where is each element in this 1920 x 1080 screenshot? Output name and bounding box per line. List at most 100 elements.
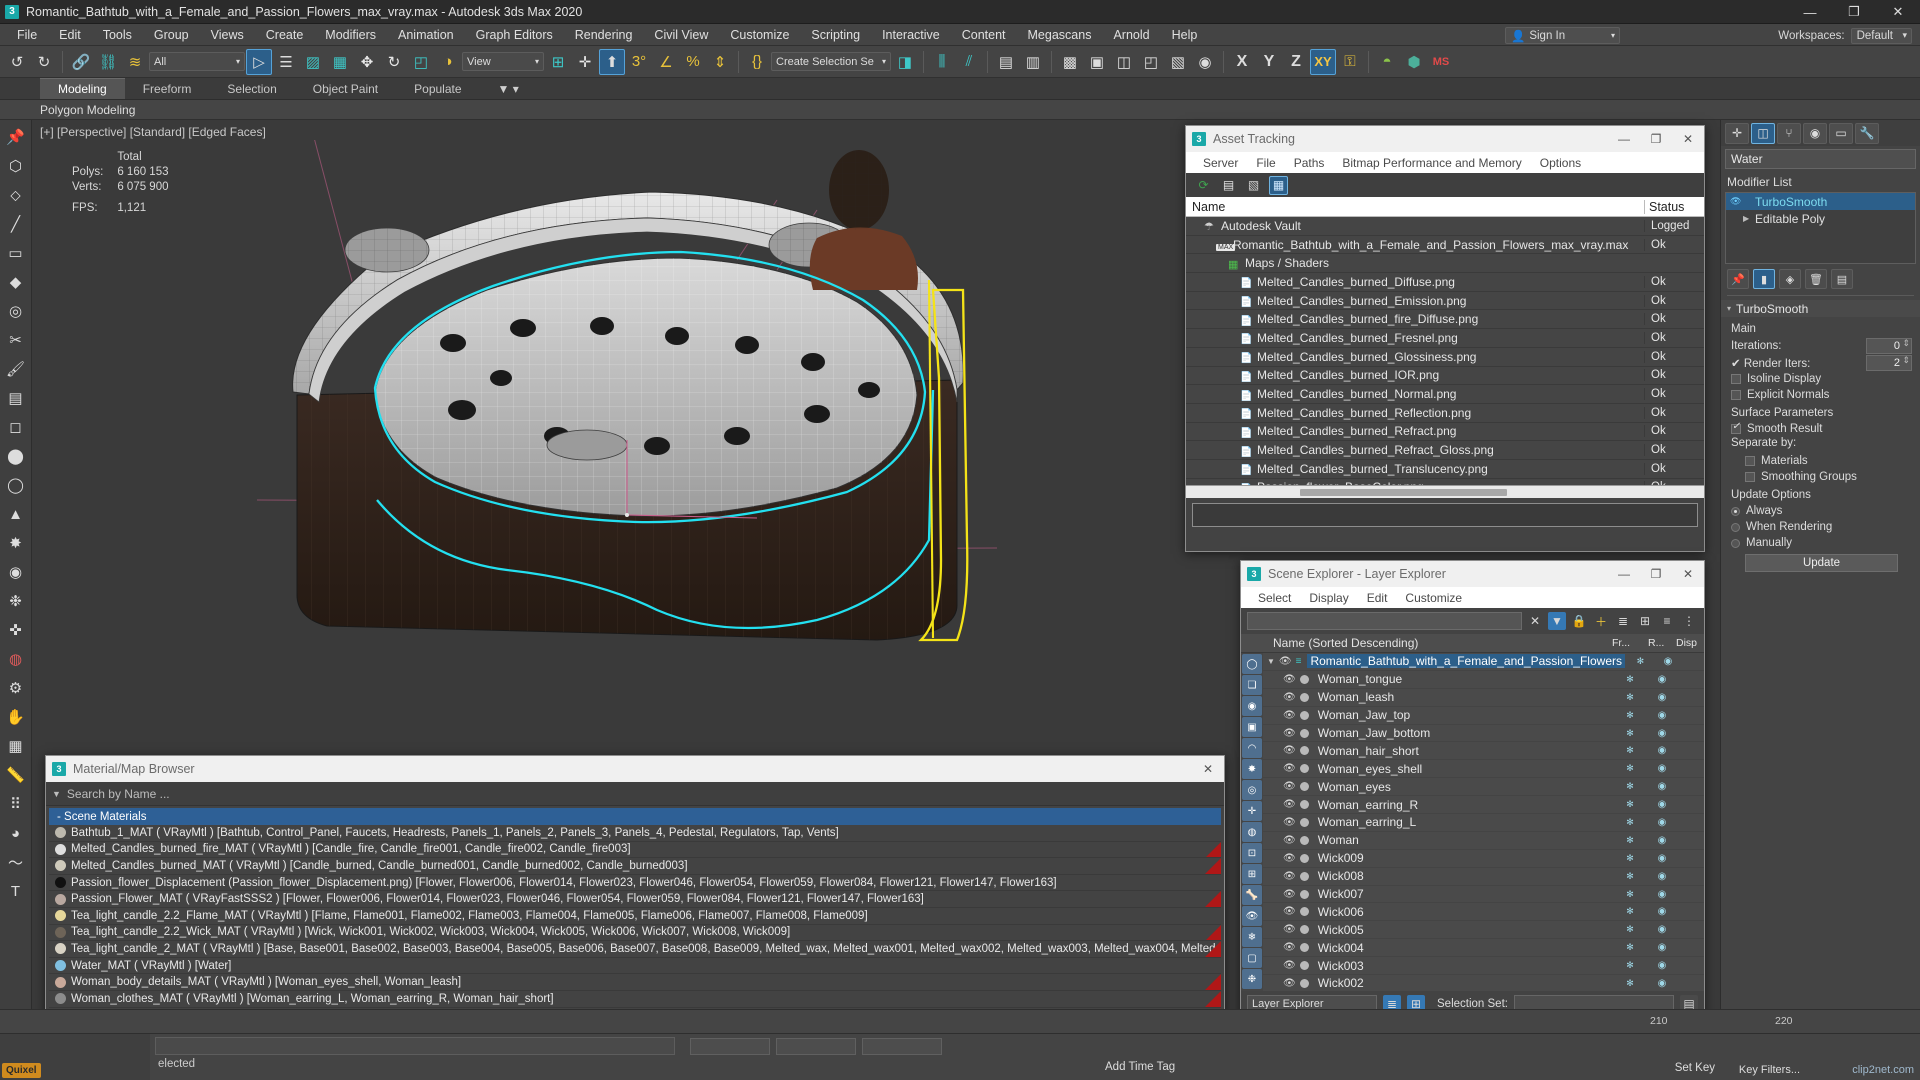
menu-megascans[interactable]: Megascans xyxy=(1017,25,1103,45)
material-list-item[interactable]: Passion_flower_Displacement (Passion_flo… xyxy=(49,875,1221,892)
render-icon[interactable]: ◉ xyxy=(1648,781,1676,792)
tab-modeling[interactable]: Modeling xyxy=(40,78,125,99)
radio-manually[interactable]: Manually xyxy=(1731,535,1912,551)
remove-modifier-icon[interactable]: 🗑 xyxy=(1805,269,1827,289)
details-icon[interactable]: ▧ xyxy=(1244,176,1263,195)
list-icon[interactable]: ▤ xyxy=(1219,176,1238,195)
spline-icon[interactable]: ～ xyxy=(3,849,29,875)
visibility-eye-icon[interactable]: 👁 xyxy=(1283,692,1296,703)
object-color-swatch[interactable] xyxy=(1299,907,1309,917)
tab-object-paint[interactable]: Object Paint xyxy=(295,79,396,99)
sign-in-button[interactable]: 👤 Sign In ▾ xyxy=(1505,27,1620,44)
mirror-icon[interactable]: ◨ xyxy=(892,49,918,75)
table-row[interactable]: 📄 Melted_Candles_burned_Translucency.png O… xyxy=(1186,460,1704,479)
column-header-status[interactable]: Status xyxy=(1644,199,1704,214)
list-item[interactable]: 👁 Woman_Jaw_top ✻ ◉ xyxy=(1263,707,1704,725)
scene-explorer-list[interactable]: ▼ 👁 ≡ Romantic_Bathtub_with_a_Female_and_Pa… xyxy=(1263,653,1704,991)
visibility-eye-icon[interactable]: 👁 xyxy=(1283,942,1296,953)
object-color-swatch[interactable] xyxy=(1299,817,1309,827)
checkbox-materials[interactable]: Materials xyxy=(1731,453,1912,469)
freeze-icon[interactable]: ✻ xyxy=(1612,817,1648,828)
table-row[interactable]: 📄 Melted_Candles_burned_Glossiness.png Ok xyxy=(1186,348,1704,367)
selection-filter-dropdown[interactable]: All ▾ xyxy=(149,52,245,71)
xy-plane-constraint-icon[interactable]: XY xyxy=(1310,48,1336,75)
angle-snap-icon[interactable]: 3° xyxy=(626,49,652,75)
particles-icon[interactable]: ❉ xyxy=(3,588,29,614)
search-input[interactable]: Search by Name ... xyxy=(67,787,170,801)
quixel-badge[interactable]: Quixel xyxy=(2,1063,41,1078)
visibility-eye-icon[interactable]: 👁 xyxy=(1283,889,1296,900)
grid-icon[interactable]: ▦ xyxy=(3,733,29,759)
tab-populate[interactable]: Populate xyxy=(396,79,479,99)
swift-loop-icon[interactable]: ◎ xyxy=(3,298,29,324)
add-time-tag-label[interactable]: Add Time Tag xyxy=(1105,1061,1175,1073)
track-bar[interactable]: 210 220 xyxy=(0,1009,1920,1033)
close-button[interactable]: ✕ xyxy=(1192,756,1224,782)
generate-topology-icon[interactable]: ▤ xyxy=(3,385,29,411)
modifier-stack-item[interactable]: 👁 TurboSmooth xyxy=(1726,193,1915,210)
display-tab[interactable]: ▭ xyxy=(1829,122,1853,144)
snap-options-icon[interactable]: ⇕ xyxy=(707,49,733,75)
scene-explorer-window[interactable]: 3 Scene Explorer - Layer Explorer — ❐ ✕ … xyxy=(1240,560,1705,1035)
snap-toggle-icon[interactable]: ⬆ xyxy=(599,48,625,75)
z-axis-constraint-icon[interactable]: Z xyxy=(1283,49,1309,75)
menu-content[interactable]: Content xyxy=(951,25,1017,45)
status-prompt-field[interactable] xyxy=(155,1037,675,1055)
add-layer-icon[interactable]: ＋ xyxy=(1592,612,1610,630)
freeze-icon[interactable]: ✻ xyxy=(1612,728,1648,739)
curve-editor-icon[interactable]: ▩ xyxy=(1057,49,1083,75)
align-icon[interactable]: ⫼ xyxy=(929,49,955,75)
object-color-swatch[interactable] xyxy=(1299,925,1309,935)
freeze-icon[interactable]: ✻ xyxy=(1612,799,1648,810)
list-item[interactable]: 👁 Woman_tongue ✻ ◉ xyxy=(1263,671,1704,689)
checkbox-isoline-display[interactable]: Isoline Display xyxy=(1731,371,1912,387)
array-icon[interactable]: ⠿ xyxy=(3,791,29,817)
groups-filter-icon[interactable]: ⊡ xyxy=(1242,843,1262,863)
table-row[interactable]: 📄 Melted_Candles_burned_Fresnel.png Ok xyxy=(1186,329,1704,348)
scene-materials-category-header[interactable]: - Scene Materials xyxy=(49,808,1221,825)
menu-animation[interactable]: Animation xyxy=(387,25,465,45)
move-icon[interactable]: ✥ xyxy=(354,49,380,75)
object-color-swatch[interactable] xyxy=(1299,835,1309,845)
asset-name-cell[interactable]: 📄 Melted_Candles_burned_Refract_Gloss.png xyxy=(1186,443,1644,457)
se-menu-select[interactable]: Select xyxy=(1249,589,1300,607)
render-icon[interactable]: ◉ xyxy=(1648,978,1676,989)
list-item[interactable]: 👁 Woman_leash ✻ ◉ xyxy=(1263,689,1704,707)
reference-coordinate-dropdown[interactable]: View ▾ xyxy=(462,52,544,71)
polygon-icon[interactable]: ⬡ xyxy=(3,153,29,179)
close-button[interactable]: ✕ xyxy=(1672,126,1704,152)
freeze-icon[interactable]: ✻ xyxy=(1612,906,1648,917)
frozen-filter-icon[interactable]: ❄ xyxy=(1242,927,1262,947)
render-icon[interactable]: ◉ xyxy=(1648,728,1676,739)
pin-stack-icon[interactable]: 📌 xyxy=(3,124,29,150)
modify-tab[interactable]: ◫ xyxy=(1751,122,1775,144)
freeze-icon[interactable]: ✻ xyxy=(1612,960,1648,971)
visibility-eye-icon[interactable]: 👁 xyxy=(1283,835,1296,846)
list-item[interactable]: 👁 Woman_eyes_shell ✻ ◉ xyxy=(1263,760,1704,779)
y-coordinate-field[interactable] xyxy=(776,1038,856,1055)
se-menu-edit[interactable]: Edit xyxy=(1358,589,1397,607)
shape-cone-icon[interactable]: ▲ xyxy=(3,501,29,527)
visibility-eye-icon[interactable]: 👁 xyxy=(1283,871,1296,882)
use-pivot-center-icon[interactable]: ⊞ xyxy=(545,49,571,75)
visibility-eye-icon[interactable]: 👁 xyxy=(1283,799,1296,810)
visibility-eye-icon[interactable]: 👁 xyxy=(1283,745,1296,756)
hand-icon[interactable]: ✋ xyxy=(3,704,29,730)
render-icon[interactable]: ◉ xyxy=(1648,924,1676,935)
asset-tracking-list[interactable]: ☂ Autodesk Vault Logged MAX Romantic_Bathtub… xyxy=(1186,217,1704,485)
se-menu-customize[interactable]: Customize xyxy=(1396,589,1471,607)
menu-civil-view[interactable]: Civil View xyxy=(643,25,719,45)
unlink-icon[interactable]: ⛓ xyxy=(95,49,121,75)
placement-icon[interactable]: ◑ xyxy=(435,49,461,75)
render-icon[interactable]: ◉ xyxy=(1648,674,1676,685)
asset-name-cell[interactable]: 📄 Melted_Candles_burned_Translucency.png xyxy=(1186,462,1644,476)
workspaces-dropdown[interactable]: Default xyxy=(1850,28,1912,44)
column-header-name[interactable]: Name xyxy=(1186,200,1644,214)
freeze-icon[interactable]: ✻ xyxy=(1612,942,1648,953)
border-icon[interactable]: ▭ xyxy=(3,240,29,266)
asset-name-cell[interactable]: 📄 Melted_Candles_burned_fire_Diffuse.png xyxy=(1186,312,1644,326)
list-item[interactable]: 👁 Woman_eyes ✻ ◉ xyxy=(1263,778,1704,797)
table-row[interactable]: 📄 Melted_Candles_burned_Reflection.png Ok xyxy=(1186,404,1704,423)
object-color-swatch[interactable] xyxy=(1299,889,1309,899)
at-menu-file[interactable]: File xyxy=(1247,154,1284,172)
